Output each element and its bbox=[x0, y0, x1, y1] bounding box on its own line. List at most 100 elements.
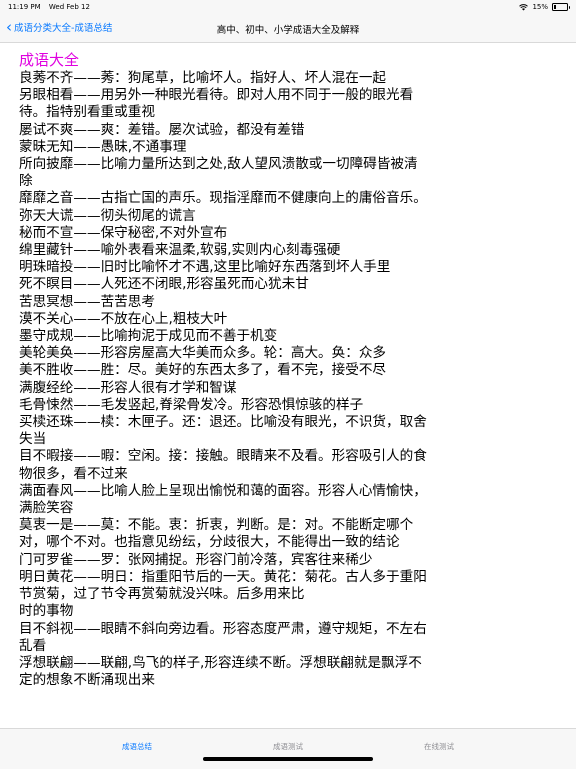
idiom-term: 目不暇接 bbox=[19, 448, 74, 465]
battery-icon bbox=[552, 3, 570, 11]
list-item: 墨守成规——比喻拘泥于成见而不善于机变 bbox=[19, 328, 431, 345]
list-item: 漠不关心——不放在心上,粗枝大叶 bbox=[19, 311, 431, 328]
page-title: 高中、初中、小学成语大全及解释 bbox=[216, 25, 360, 36]
list-item: 浮想联翩——联翩,鸟飞的样子,形容连续不断。浮想联翩就是飘浮不定的想象不断涌现出… bbox=[19, 655, 431, 689]
wifi-icon bbox=[519, 3, 529, 10]
idiom-term: 明日黄花 bbox=[19, 568, 74, 585]
idiom-definition: 人死还不闭眼,形容虽死而心犹未甘 bbox=[100, 276, 309, 293]
list-item: 另眼相看——用另外一种眼光看待。即对人用不同于一般的眼光看待。指特别看重或重视 bbox=[19, 87, 431, 121]
idiom-definition: 喻外表看来温柔,软弱,实则内心刻毒强硬 bbox=[100, 242, 341, 259]
list-item: 绵里藏针——喻外表看来温柔,软弱,实则内心刻毒强硬 bbox=[19, 242, 431, 259]
idiom-separator: —— bbox=[73, 568, 101, 585]
idiom-separator: —— bbox=[73, 620, 101, 637]
tab-bar: 成语总结 成语测试 在线测试 bbox=[0, 728, 576, 769]
idiom-definition: 胜：尽。美好的东西太多了，看不完，接受不尽 bbox=[100, 362, 387, 379]
idiom-definition: 不放在心上,粗枝大叶 bbox=[100, 310, 228, 327]
list-item: 苦思冥想——苦苦思考 bbox=[19, 294, 431, 311]
idiom-term: 苦思冥想 bbox=[19, 293, 74, 310]
status-left: 11:19 PM Wed Feb 12 bbox=[8, 3, 96, 11]
idiom-separator: —— bbox=[73, 138, 101, 155]
battery-fill bbox=[554, 5, 556, 9]
idiom-definition: 莠：狗尾草，比喻坏人。指好人、坏人混在一起 bbox=[100, 70, 387, 86]
idiom-term: 美不胜收 bbox=[19, 362, 74, 379]
idiom-term: 莫衷一是 bbox=[19, 517, 74, 534]
idiom-definition: 时的事物 bbox=[19, 603, 74, 620]
idiom-definition: 彻头彻尾的谎言 bbox=[100, 207, 196, 224]
list-item: 莫衷一是——莫：不能。衷：折衷，判断。是：对。不能断定哪个对，哪个不对。也指意见… bbox=[19, 517, 431, 551]
tab-idiom-summary[interactable]: 成语总结 bbox=[122, 741, 152, 752]
list-item: 良莠不齐——莠：狗尾草，比喻坏人。指好人、坏人混在一起 bbox=[19, 70, 431, 87]
idiom-separator: —— bbox=[73, 551, 101, 568]
idiom-term: 良莠不齐 bbox=[19, 70, 74, 86]
list-item: 目不斜视——眼睛不斜向旁边看。形容态度严肃，遵守规矩，不左右乱看 bbox=[19, 621, 431, 655]
idiom-definition: 罗：张网捕捉。形容门前冷落，宾客往来稀少 bbox=[100, 551, 373, 568]
status-bar: 11:19 PM Wed Feb 12 15% bbox=[0, 0, 576, 14]
idiom-term: 浮想联翩 bbox=[19, 654, 74, 671]
idiom-term: 墨守成规 bbox=[19, 328, 74, 345]
idiom-term: 所向披靡 bbox=[19, 156, 74, 173]
idiom-separator: —— bbox=[73, 224, 101, 241]
list-item: 满腹经纶——形容人很有才学和智谋 bbox=[19, 380, 431, 397]
status-date: Wed Feb 12 bbox=[48, 3, 90, 11]
idiom-term: 目不斜视 bbox=[19, 620, 74, 637]
list-item: 明珠暗投——旧时比喻怀才不遇,这里比喻好东西落到坏人手里 bbox=[19, 259, 431, 276]
idiom-list: 良莠不齐——莠：狗尾草，比喻坏人。指好人、坏人混在一起 另眼相看——用另外一种眼光… bbox=[19, 70, 431, 689]
list-item: 靡靡之音——古指亡国的声乐。现指淫靡而不健康向上的庸俗音乐。 bbox=[19, 190, 431, 207]
idiom-separator: —— bbox=[73, 345, 101, 362]
list-item: 目不暇接——暇：空闲。接：接触。眼睛来不及看。形容吸引人的食物很多，看不过来 bbox=[19, 448, 431, 482]
idiom-separator: —— bbox=[73, 156, 101, 173]
idiom-separator: —— bbox=[73, 121, 101, 138]
idiom-term: 漠不关心 bbox=[19, 310, 74, 327]
idiom-term: 满面春风 bbox=[19, 482, 74, 499]
idiom-separator: —— bbox=[73, 654, 101, 671]
list-item: 死不瞑目——人死还不闭眼,形容虽死而心犹未甘 bbox=[19, 276, 431, 293]
list-item: 毛骨悚然——毛发竖起,脊梁骨发冷。形容恐惧惊骇的样子 bbox=[19, 397, 431, 414]
idiom-separator: —— bbox=[73, 242, 101, 259]
list-item: 美不胜收——胜：尽。美好的东西太多了，看不完，接受不尽 bbox=[19, 362, 431, 379]
list-item: 门可罗雀——罗：张网捕捉。形容门前冷落，宾客往来稀少 bbox=[19, 552, 431, 569]
idiom-term: 满腹经纶 bbox=[19, 379, 74, 396]
home-indicator bbox=[203, 757, 373, 761]
list-item: 蒙昧无知——愚昧,不通事理 bbox=[19, 139, 431, 156]
list-item: 买椟还珠——椟：木匣子。还：退还。比喻没有眼光，不识货，取舍失当 bbox=[19, 414, 431, 448]
idiom-content-scroll[interactable]: 成语大全 良莠不齐——莠：狗尾草，比喻坏人。指好人、坏人混在一起 另眼相看——用另… bbox=[0, 42, 576, 728]
list-item: 满面春风——比喻人脸上呈现出愉悦和蔼的面容。形容人心情愉快，满脸笑容 bbox=[19, 483, 431, 517]
idiom-separator: —— bbox=[73, 482, 101, 499]
tab-idiom-test[interactable]: 成语测试 bbox=[273, 741, 303, 752]
idiom-definition: 古指亡国的声乐。现指淫靡而不健康向上的庸俗音乐。 bbox=[100, 190, 427, 207]
idiom-separator: —— bbox=[73, 328, 101, 345]
idiom-term: 靡靡之音 bbox=[19, 190, 74, 207]
idiom-definition: 爽：差错。屡次试验，都没有差错 bbox=[100, 121, 305, 138]
list-item: 时的事物 bbox=[19, 603, 431, 620]
idiom-separator: —— bbox=[73, 259, 101, 276]
idiom-separator: —— bbox=[73, 310, 101, 327]
idiom-separator: —— bbox=[73, 517, 101, 534]
idiom-separator: —— bbox=[73, 448, 101, 465]
idiom-term: 毛骨悚然 bbox=[19, 396, 74, 413]
tab-online-test[interactable]: 在线测试 bbox=[424, 741, 454, 752]
idiom-term: 弥天大谎 bbox=[19, 207, 74, 224]
idiom-definition: 旧时比喻怀才不遇,这里比喻好东西落到坏人手里 bbox=[100, 259, 391, 276]
idiom-term: 买椟还珠 bbox=[19, 414, 74, 431]
list-item: 弥天大谎——彻头彻尾的谎言 bbox=[19, 208, 431, 225]
idiom-term: 明珠暗投 bbox=[19, 259, 74, 276]
idiom-separator: —— bbox=[73, 379, 101, 396]
idiom-separator: —— bbox=[73, 293, 101, 310]
content-heading: 成语大全 bbox=[19, 51, 80, 69]
idiom-term: 绵里藏针 bbox=[19, 242, 74, 259]
idiom-separator: —— bbox=[73, 70, 101, 86]
idiom-definition: 毛发竖起,脊梁骨发冷。形容恐惧惊骇的样子 bbox=[100, 396, 364, 413]
battery-percent: 15% bbox=[532, 3, 548, 11]
idiom-term: 秘而不宣 bbox=[19, 224, 74, 241]
list-item: 屡试不爽——爽：差错。屡次试验，都没有差错 bbox=[19, 122, 431, 139]
idiom-separator: —— bbox=[73, 207, 101, 224]
idiom-content: 成语大全 良莠不齐——莠：狗尾草，比喻坏人。指好人、坏人混在一起 另眼相看——用另… bbox=[0, 42, 431, 689]
idiom-definition: 比喻拘泥于成见而不善于机变 bbox=[100, 328, 278, 345]
idiom-separator: —— bbox=[73, 190, 101, 207]
idiom-separator: —— bbox=[73, 414, 101, 431]
idiom-term: 另眼相看 bbox=[19, 87, 74, 104]
list-item: 所向披靡——比喻力量所达到之处,敌人望风溃散或一切障碍皆被清除 bbox=[19, 156, 431, 190]
navigation-bar: ‹ 成语分类大全-成语总结 高中、初中、小学成语大全及解释 bbox=[0, 14, 576, 43]
idiom-definition: 形容人很有才学和智谋 bbox=[100, 379, 237, 396]
idiom-definition: 保守秘密,不对外宣布 bbox=[100, 224, 228, 241]
